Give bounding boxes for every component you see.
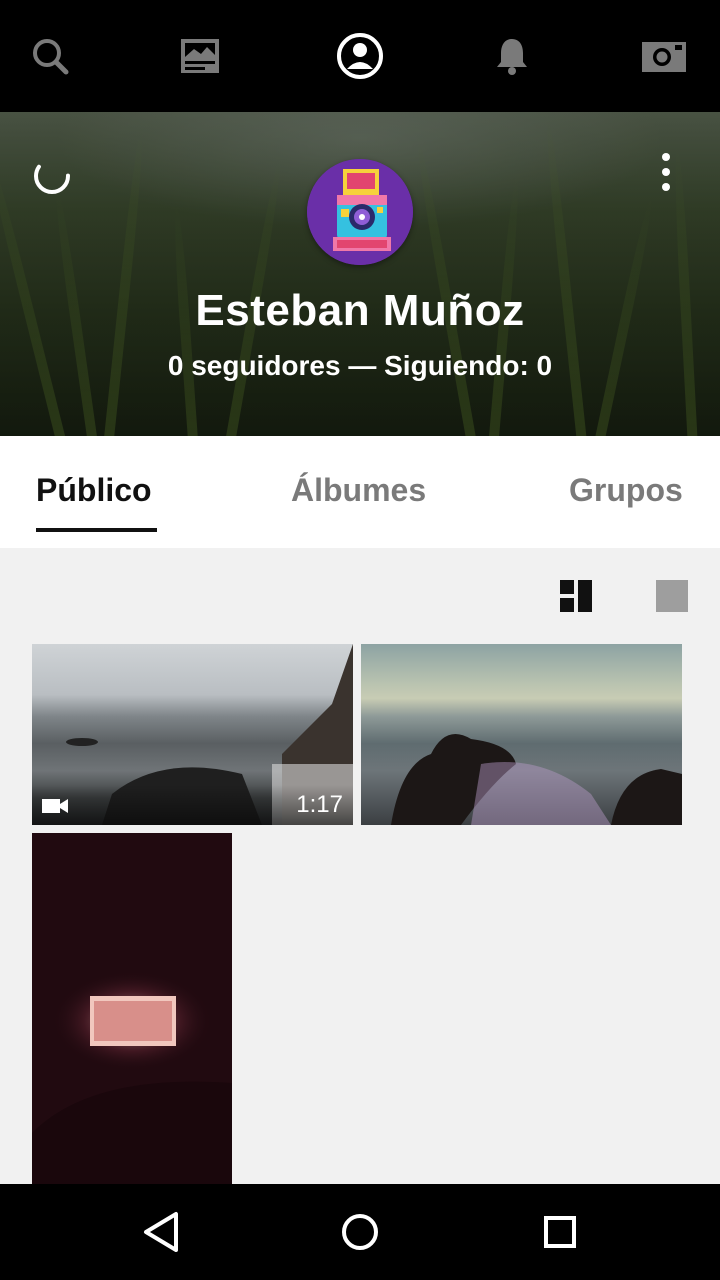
recents-button[interactable] <box>536 1208 584 1256</box>
active-tab-indicator <box>36 528 157 532</box>
camera-icon <box>642 42 686 72</box>
feed-icon <box>181 39 219 73</box>
bell-icon <box>497 39 527 75</box>
home-button[interactable] <box>336 1208 384 1256</box>
polaroid-camera-avatar-icon <box>307 159 413 265</box>
tab-grupos[interactable]: Grupos <box>569 472 683 509</box>
nav-notifications-button[interactable] <box>484 28 540 84</box>
grid-view-button[interactable] <box>556 576 596 616</box>
video-duration: 1:17 <box>296 791 343 818</box>
dark-room-photo <box>32 971 232 1184</box>
more-dot <box>662 168 670 176</box>
profile-stats[interactable]: 0 seguidores — Siguiendo: 0 <box>0 350 720 382</box>
system-nav-bar <box>0 1184 720 1280</box>
avatar[interactable] <box>307 159 413 265</box>
nav-camera-button[interactable] <box>636 28 692 84</box>
single-view-icon <box>656 580 688 612</box>
video-camera-icon <box>42 799 68 813</box>
sync-icon <box>34 158 70 194</box>
profile-header: Esteban Muñoz 0 seguidores — Siguiendo: … <box>0 112 720 436</box>
more-dot <box>662 153 670 161</box>
recents-icon <box>544 1216 576 1248</box>
grid-view-icon <box>560 580 592 612</box>
nav-search-button[interactable] <box>22 28 78 84</box>
back-button[interactable] <box>136 1208 184 1256</box>
profile-name: Esteban Muñoz <box>195 286 525 335</box>
search-icon <box>33 39 69 75</box>
sync-button[interactable] <box>28 152 76 200</box>
nav-feed-button[interactable] <box>172 28 228 84</box>
more-dot <box>662 183 670 191</box>
gallery-item-video[interactable]: 1:17 <box>32 644 353 825</box>
tab-publico[interactable]: Público <box>36 472 152 509</box>
more-options-button[interactable] <box>642 148 690 196</box>
profile-tabs: Público Álbumes Grupos <box>0 436 720 548</box>
single-view-button[interactable] <box>652 576 692 616</box>
top-nav-bar <box>0 0 720 112</box>
nav-profile-button[interactable] <box>332 28 388 84</box>
back-icon <box>144 1212 178 1252</box>
home-icon <box>342 1214 378 1250</box>
profile-icon <box>337 33 383 79</box>
tab-albumes[interactable]: Álbumes <box>291 472 426 509</box>
rocks-photo <box>391 734 682 825</box>
gallery-item-photo[interactable] <box>32 833 232 1184</box>
gallery-item-photo[interactable] <box>361 644 682 825</box>
